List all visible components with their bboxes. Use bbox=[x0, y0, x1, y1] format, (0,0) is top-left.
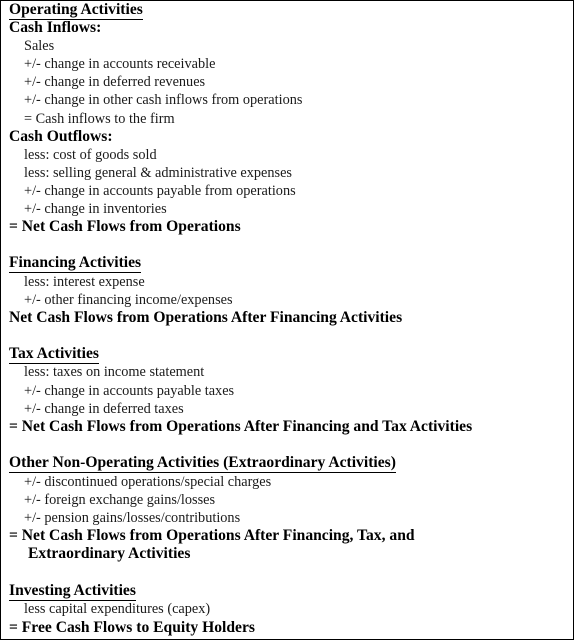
list-item: Sales bbox=[24, 38, 55, 54]
investing-total: = Free Cash Flows to Equity Holders bbox=[9, 619, 255, 636]
other-total-line1: = Net Cash Flows from Operations After F… bbox=[9, 527, 415, 544]
operating-total: = Net Cash Flows from Operations bbox=[9, 218, 241, 235]
investing-heading: Investing Activities bbox=[9, 582, 136, 601]
list-item: less capital expenditures (capex) bbox=[24, 601, 211, 617]
list-item: +/- discontinued operations/special char… bbox=[24, 474, 272, 490]
financing-total: Net Cash Flows from Operations After Fin… bbox=[9, 309, 403, 326]
list-item: +/- change in accounts payable from oper… bbox=[24, 183, 296, 199]
list-item: = Cash inflows to the firm bbox=[24, 111, 175, 127]
list-item: less: selling general & administrative e… bbox=[24, 165, 292, 181]
operating-heading: Operating Activities bbox=[9, 1, 143, 20]
list-item: +/- foreign exchange gains/losses bbox=[24, 492, 216, 508]
list-item: +/- change in inventories bbox=[24, 201, 167, 217]
other-heading: Other Non-Operating Activities (Extraord… bbox=[9, 454, 396, 473]
list-item: +/- other financing income/expenses bbox=[24, 292, 233, 308]
list-item: +/- change in other cash inflows from op… bbox=[24, 92, 303, 108]
tax-heading: Tax Activities bbox=[9, 345, 99, 364]
cash-inflows-label: Cash Inflows: bbox=[9, 19, 102, 36]
list-item: less: taxes on income statement bbox=[24, 364, 205, 380]
list-item: +/- pension gains/losses/contributions bbox=[24, 510, 241, 526]
other-total-line2: Extraordinary Activities bbox=[28, 545, 191, 562]
list-item: +/- change in accounts receivable bbox=[24, 56, 216, 72]
cash-flow-document: Operating Activities Cash Inflows: Sales… bbox=[0, 0, 574, 640]
list-item: +/- change in deferred revenues bbox=[24, 74, 206, 90]
list-item: less: cost of goods sold bbox=[24, 147, 157, 163]
financing-heading: Financing Activities bbox=[9, 254, 142, 273]
list-item: +/- change in deferred taxes bbox=[24, 401, 184, 417]
list-item: +/- change in accounts payable taxes bbox=[24, 383, 235, 399]
cash-outflows-label: Cash Outflows: bbox=[9, 128, 113, 145]
list-item: less: interest expense bbox=[24, 274, 145, 290]
tax-total: = Net Cash Flows from Operations After F… bbox=[9, 418, 473, 435]
